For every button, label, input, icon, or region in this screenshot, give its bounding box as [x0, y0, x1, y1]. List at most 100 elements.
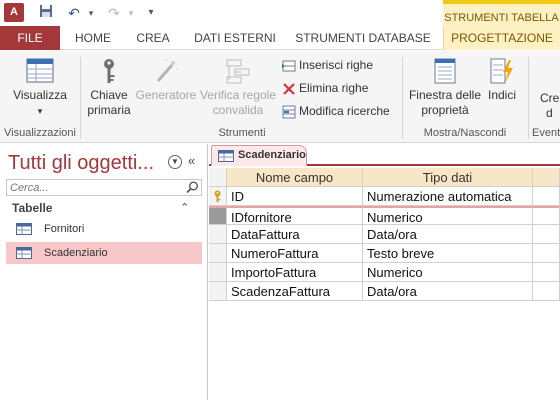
insert-rows-icon [282, 60, 296, 72]
save-icon[interactable] [36, 3, 56, 23]
nav-group-tabelle[interactable]: Tabelle [12, 201, 52, 215]
tab-strumenti-database[interactable]: STRUMENTI DATABASE [292, 26, 434, 50]
finestra-proprieta-button[interactable]: Finestra delle proprietà [406, 57, 484, 118]
document-tab-scadenziario[interactable]: Scadenziario [211, 145, 307, 166]
table-row[interactable]: ScadenzaFattura Data/ora [209, 282, 560, 301]
table-row[interactable]: ID Numerazione automatica [209, 187, 560, 206]
nav-item-label: Fornitori [44, 223, 85, 235]
indexes-icon [490, 58, 513, 84]
table-icon [218, 150, 234, 162]
field-name-cell[interactable]: NumeroFattura [227, 244, 363, 263]
chevron-down-icon[interactable]: ▼ [168, 155, 182, 169]
row-selector[interactable] [209, 225, 227, 244]
verifica-regole-button[interactable]: Verifica regole convalida [198, 57, 278, 118]
undo-icon[interactable]: ↶ [64, 3, 84, 23]
header-tipo-dati[interactable]: Tipo dati [363, 168, 533, 187]
ribbon: Visualizza ▾ Visualizzazioni Chiave prim… [0, 51, 560, 143]
primary-key-icon [104, 59, 115, 83]
customize-toolbar-icon[interactable]: ▾ [146, 3, 156, 23]
field-name-cell[interactable]: ID [227, 187, 363, 206]
modifica-ricerche-label: Modifica ricerche [299, 104, 390, 118]
group-strumenti-label: Strumenti [218, 127, 266, 139]
nav-item-fornitori[interactable]: Fornitori [6, 218, 202, 240]
nav-item-label: Scadenziario [44, 247, 108, 259]
contextual-tab-group-title: STRUMENTI TABELLA [443, 0, 560, 26]
visualizza-label: Visualizza [13, 88, 67, 102]
verifica-label-1: Verifica regole [199, 88, 277, 102]
description-cell[interactable] [533, 187, 560, 206]
chiave-primaria-button[interactable]: Chiave primaria [84, 57, 134, 118]
header-nome-campo[interactable]: Nome campo [227, 168, 363, 187]
undo-dropdown-icon[interactable]: ▾ [86, 3, 96, 23]
nav-item-scadenziario[interactable]: Scadenziario [6, 242, 202, 264]
elimina-righe-label: Elimina righe [299, 81, 369, 95]
tab-dati-esterni[interactable]: DATI ESTERNI [188, 26, 282, 50]
group-mostra-nascondi-label: Mostra/Nascondi [423, 127, 507, 139]
collapse-group-icon[interactable]: ⌃ [180, 201, 189, 214]
nav-pane-title[interactable]: Tutti gli oggetti... [8, 152, 154, 175]
ribbon-separator [80, 57, 81, 139]
field-name-cell[interactable]: ScadenzaFattura [227, 282, 363, 301]
table-row[interactable]: NumeroFattura Testo breve [209, 244, 560, 263]
row-selector[interactable] [209, 206, 227, 225]
design-view-icon [26, 58, 54, 83]
data-type-cell[interactable]: Numerico [363, 263, 533, 282]
ribbon-tab-row: FILE HOME CREA DATI ESTERNI STRUMENTI DA… [0, 26, 560, 50]
chiave-label-2: primaria [87, 103, 131, 117]
description-cell[interactable] [533, 244, 560, 263]
generatore-label: Generatore [135, 88, 197, 102]
indici-button[interactable]: Indici [484, 57, 520, 103]
elimina-righe-button[interactable]: Elimina righe [282, 78, 368, 98]
builder-wand-icon [156, 59, 178, 82]
crea-macro-button-partial[interactable]: Cre d [540, 91, 560, 121]
table-row[interactable]: ImportoFattura Numerico [209, 263, 560, 282]
data-type-cell[interactable]: Data/ora [363, 282, 533, 301]
row-selector-header[interactable] [209, 168, 227, 187]
header-descrizione-partial[interactable] [533, 168, 560, 187]
chiave-label-1: Chiave [90, 88, 128, 102]
search-input[interactable] [7, 180, 183, 195]
data-type-cell[interactable]: Data/ora [363, 225, 533, 244]
tab-home[interactable]: HOME [66, 26, 120, 50]
tab-file[interactable]: FILE [0, 26, 60, 50]
tab-crea[interactable]: CREA [128, 26, 178, 50]
visualizza-button[interactable]: Visualizza ▾ [6, 57, 74, 119]
field-name-cell[interactable]: DataFattura [227, 225, 363, 244]
generatore-button[interactable]: Generatore [134, 57, 198, 103]
field-name-cell[interactable]: IDfornitore [227, 206, 363, 225]
ribbon-separator [528, 57, 529, 139]
row-selector[interactable] [209, 244, 227, 263]
field-name-cell[interactable]: ImportoFattura [227, 263, 363, 282]
data-type-cell[interactable]: Numerazione automatica [363, 187, 533, 206]
inserisci-righe-button[interactable]: Inserisci righe [282, 55, 373, 75]
description-cell[interactable] [533, 263, 560, 282]
validation-rules-icon [226, 59, 250, 84]
data-type-cell[interactable]: Testo breve [363, 244, 533, 263]
grid-header-row: Nome campo Tipo dati [209, 168, 560, 187]
description-cell[interactable] [533, 206, 560, 225]
property-sheet-icon [434, 58, 456, 84]
modify-lookups-icon [282, 105, 296, 119]
verifica-label-2: convalida [212, 103, 264, 117]
data-type-cell[interactable]: Numerico [363, 206, 533, 225]
access-app-icon[interactable]: A [4, 3, 24, 22]
table-row[interactable]: IDfornitore Numerico [209, 206, 560, 225]
row-selector[interactable] [209, 187, 227, 206]
crea-partial-label-2: d [546, 106, 553, 120]
collapse-pane-icon[interactable]: « [188, 153, 202, 168]
redo-icon[interactable]: ↷ [104, 3, 124, 23]
search-icon[interactable] [186, 181, 199, 194]
document-tab-label: Scadenziario [238, 149, 306, 161]
table-row[interactable]: DataFattura Data/ora [209, 225, 560, 244]
delete-rows-icon [283, 83, 295, 95]
modifica-ricerche-button[interactable]: Modifica ricerche [282, 101, 390, 121]
description-cell[interactable] [533, 282, 560, 301]
crea-partial-label-1: Cre [540, 91, 560, 105]
tab-progettazione[interactable]: PROGETTAZIONE [443, 26, 560, 50]
description-cell[interactable] [533, 225, 560, 244]
row-selector[interactable] [209, 263, 227, 282]
ribbon-separator [402, 57, 403, 139]
group-eventi-label: Eventi [532, 127, 560, 139]
redo-dropdown-icon[interactable]: ▾ [126, 3, 136, 23]
row-selector[interactable] [209, 282, 227, 301]
